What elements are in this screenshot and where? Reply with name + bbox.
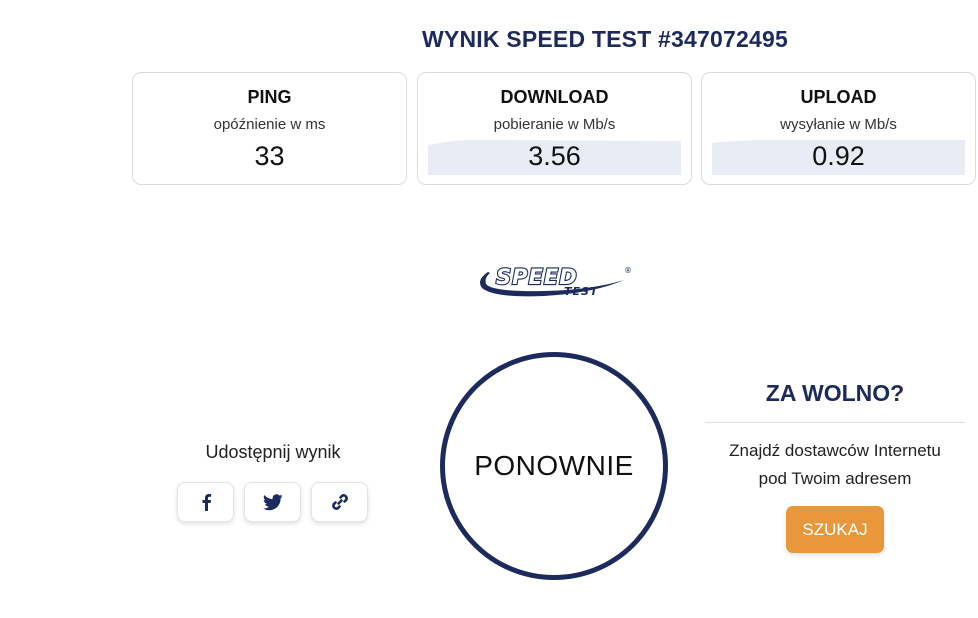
logo-subword: TEST xyxy=(564,285,599,298)
result-title: WYNIK SPEED TEST #347072495 xyxy=(0,26,978,53)
speedtest-logo: SPEED TEST ® xyxy=(480,264,632,298)
ping-value: 33 xyxy=(254,141,285,171)
twitter-icon xyxy=(262,493,283,510)
upload-label: UPLOAD xyxy=(800,87,877,107)
share-twitter-button[interactable] xyxy=(244,482,301,522)
too-slow-divider xyxy=(705,422,965,423)
download-value: 3.56 xyxy=(528,141,581,171)
share-facebook-button[interactable] xyxy=(177,482,234,522)
facebook-icon xyxy=(202,494,211,511)
test-again-button[interactable]: PONOWNIE xyxy=(440,352,668,580)
ping-card: PING opóźnienie w ms 33 xyxy=(132,72,407,185)
logo-registered-mark: ® xyxy=(624,266,632,275)
share-label: Udostępnij wynik xyxy=(205,442,341,462)
too-slow-text: Znajdź dostawców Internetu pod Twoim adr… xyxy=(705,437,965,493)
share-link-button[interactable] xyxy=(311,482,368,522)
upload-sublabel: wysyłanie w Mb/s xyxy=(780,116,897,133)
upload-value: 0.92 xyxy=(812,141,865,171)
ping-label: PING xyxy=(247,87,292,107)
download-card: DOWNLOAD pobieranie w Mb/s 3.56 xyxy=(417,72,692,185)
search-providers-button[interactable]: SZUKAJ xyxy=(786,506,884,553)
upload-card: UPLOAD wysyłanie w Mb/s 0.92 xyxy=(701,72,976,185)
result-title-text: WYNIK SPEED TEST #347072495 xyxy=(422,26,788,52)
too-slow-line-2: pod Twoim adresem xyxy=(758,469,912,488)
search-providers-label: SZUKAJ xyxy=(802,519,868,539)
download-sublabel: pobieranie w Mb/s xyxy=(493,116,616,133)
test-again-label: PONOWNIE xyxy=(474,450,634,481)
link-icon xyxy=(331,494,348,510)
ping-sublabel: opóźnienie w ms xyxy=(213,116,326,133)
too-slow-title: ZA WOLNO? xyxy=(765,380,905,406)
download-label: DOWNLOAD xyxy=(500,87,609,107)
too-slow-line-1: Znajdź dostawców Internetu xyxy=(729,441,941,460)
